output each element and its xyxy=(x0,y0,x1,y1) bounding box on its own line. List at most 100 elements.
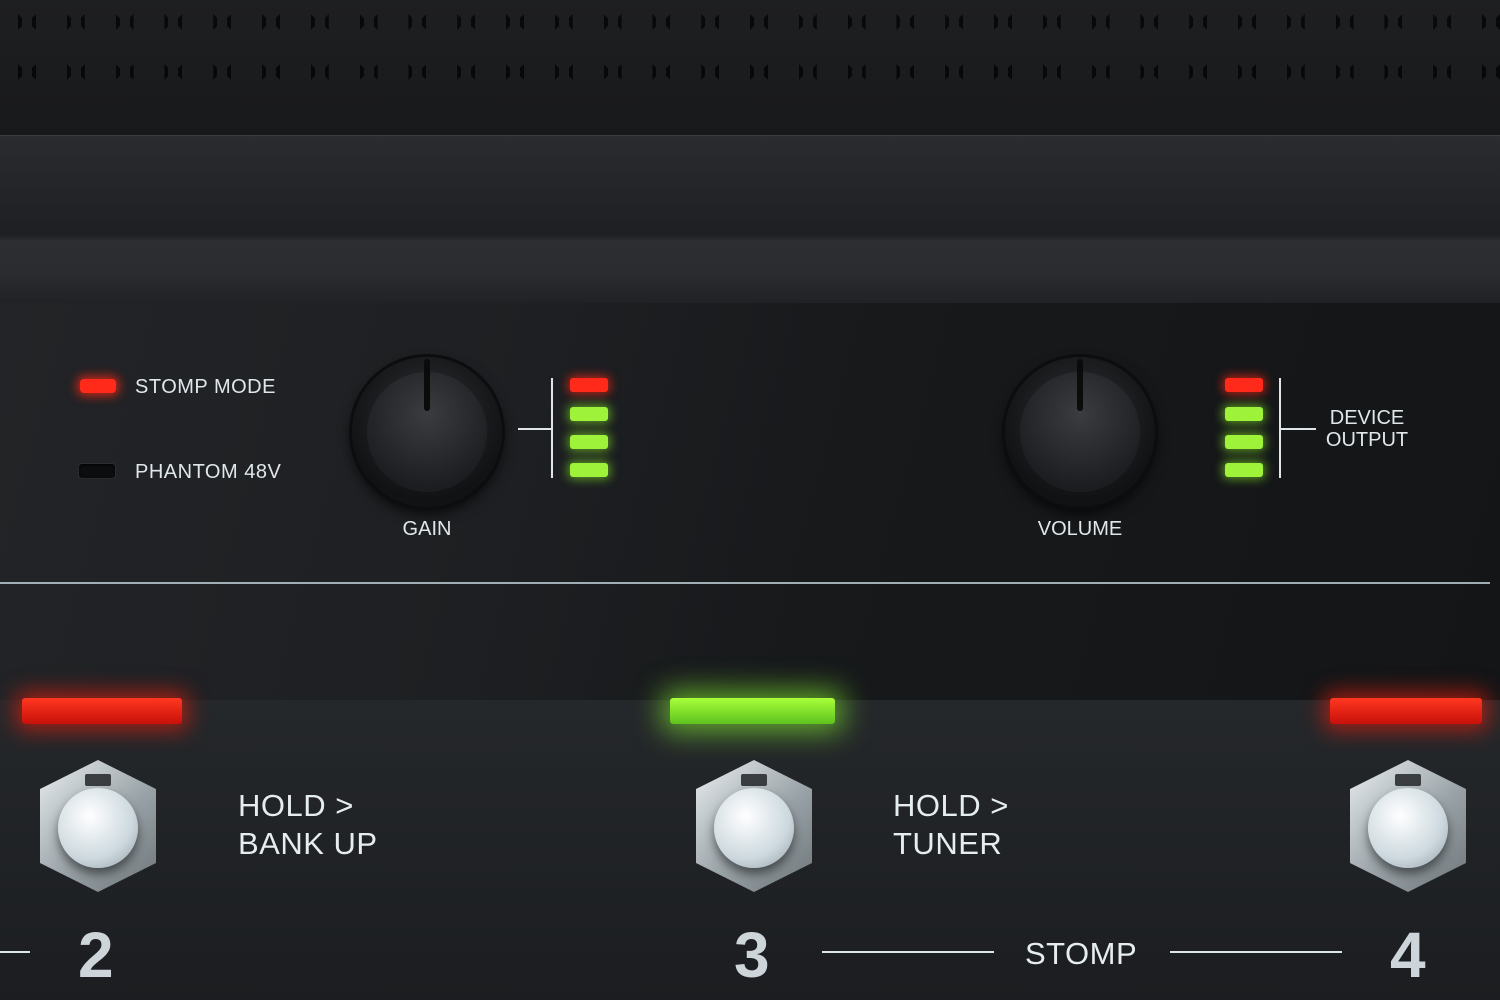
grille-hole xyxy=(945,64,964,80)
grille-hole xyxy=(408,14,427,30)
grille-hole xyxy=(18,14,36,30)
grille-hole xyxy=(750,64,768,80)
grille-hole xyxy=(1433,64,1452,80)
grille-hole xyxy=(1042,14,1061,30)
grille-hole xyxy=(1335,14,1354,30)
grille-hole xyxy=(994,14,1012,30)
grille-hole xyxy=(1384,14,1403,30)
grille-hole xyxy=(847,64,866,80)
grille-hole xyxy=(1189,64,1208,80)
grille-hole xyxy=(652,64,671,80)
grille-hole xyxy=(310,14,329,30)
grille-hole xyxy=(1238,64,1256,80)
volume-label: VOLUME xyxy=(1037,518,1123,540)
footswitch-nut xyxy=(741,774,767,786)
grille-hole xyxy=(262,64,280,80)
grille-hole xyxy=(554,14,573,30)
grille-hole xyxy=(457,64,476,80)
footswitch-2-light xyxy=(22,698,182,724)
grille-hole xyxy=(798,14,817,30)
hold-line2: BANK UP xyxy=(238,826,378,861)
grille-hole xyxy=(1286,14,1305,30)
grille-row xyxy=(0,64,1500,80)
footswitch-4-light xyxy=(1330,698,1482,724)
gain-knob[interactable] xyxy=(352,357,502,507)
stomp-mode-led xyxy=(80,379,116,393)
footswitch-4-number: 4 xyxy=(1390,919,1426,991)
gain-knob-pointer xyxy=(424,359,430,411)
speaker-grille xyxy=(0,0,1500,135)
device-output-label: DEVICE OUTPUT xyxy=(1312,407,1422,451)
group-line xyxy=(0,951,30,953)
footswitch-2-number: 2 xyxy=(78,919,114,991)
grille-hole xyxy=(603,14,622,30)
grille-hole xyxy=(945,14,964,30)
grille-hole xyxy=(66,14,85,30)
volume-knob[interactable] xyxy=(1005,357,1155,507)
footswitch-3-hold-label: HOLD > TUNER xyxy=(893,787,1009,863)
control-panel xyxy=(0,303,1500,703)
footswitch-2-hold-label: HOLD > BANK UP xyxy=(238,787,378,863)
hold-line2: TUNER xyxy=(893,826,1003,861)
grille-hole xyxy=(1091,64,1110,80)
meter-segment-red xyxy=(570,378,608,392)
grille-hole xyxy=(798,64,817,80)
grille-hole xyxy=(115,14,134,30)
input-level-meter xyxy=(570,378,608,478)
stomp-group-line-left xyxy=(822,951,994,953)
grille-row xyxy=(0,14,1500,30)
grille-hole xyxy=(750,14,768,30)
top-rail xyxy=(0,135,1500,306)
grille-hole xyxy=(847,14,866,30)
panel-divider xyxy=(0,582,1490,584)
phantom-48v-led xyxy=(78,463,116,479)
grille-hole xyxy=(652,14,671,30)
stomp-group-line-right xyxy=(1170,951,1342,953)
footswitch-cap xyxy=(714,788,794,868)
phantom-48v-label: PHANTOM 48V xyxy=(135,461,282,483)
footswitch-3-number: 3 xyxy=(734,919,770,991)
footswitch-nut xyxy=(1395,774,1421,786)
meter-segment-green xyxy=(570,407,608,421)
device-output-line2: OUTPUT xyxy=(1325,429,1409,451)
grille-hole xyxy=(994,64,1012,80)
grille-hole xyxy=(213,14,232,30)
stomp-group-label: STOMP xyxy=(1025,936,1138,971)
hold-line1: HOLD > xyxy=(238,788,354,823)
grille-hole xyxy=(359,14,378,30)
meter-segment-red xyxy=(1225,378,1263,392)
meter-segment-green xyxy=(1225,435,1263,449)
grille-hole xyxy=(1189,14,1208,30)
meter-segment-green xyxy=(1225,463,1263,477)
footswitch-cap xyxy=(1368,788,1448,868)
gain-label: GAIN xyxy=(402,518,452,540)
meter-segment-green xyxy=(570,463,608,477)
grille-hole xyxy=(506,14,524,30)
grille-hole xyxy=(896,64,915,80)
grille-hole xyxy=(408,64,427,80)
grille-hole xyxy=(1140,64,1159,80)
input-meter-bracket xyxy=(518,428,553,430)
output-meter-bracket xyxy=(1281,428,1316,430)
grille-hole xyxy=(1042,64,1061,80)
grille-hole xyxy=(18,64,36,80)
grille-hole xyxy=(66,64,85,80)
grille-hole xyxy=(262,14,280,30)
grille-hole xyxy=(1384,64,1403,80)
grille-hole xyxy=(1286,64,1305,80)
grille-hole xyxy=(1482,64,1500,80)
stomp-mode-label: STOMP MODE xyxy=(135,376,276,398)
output-level-meter xyxy=(1225,378,1263,478)
grille-hole xyxy=(701,64,720,80)
grille-hole xyxy=(457,14,476,30)
grille-hole xyxy=(1238,14,1256,30)
footswitch-nut xyxy=(85,774,111,786)
grille-hole xyxy=(164,14,183,30)
grille-hole xyxy=(896,14,915,30)
grille-hole xyxy=(1335,64,1354,80)
grille-hole xyxy=(115,64,134,80)
grille-hole xyxy=(1091,14,1110,30)
grille-hole xyxy=(506,64,524,80)
input-meter-bracket xyxy=(551,378,553,478)
grille-hole xyxy=(701,14,720,30)
